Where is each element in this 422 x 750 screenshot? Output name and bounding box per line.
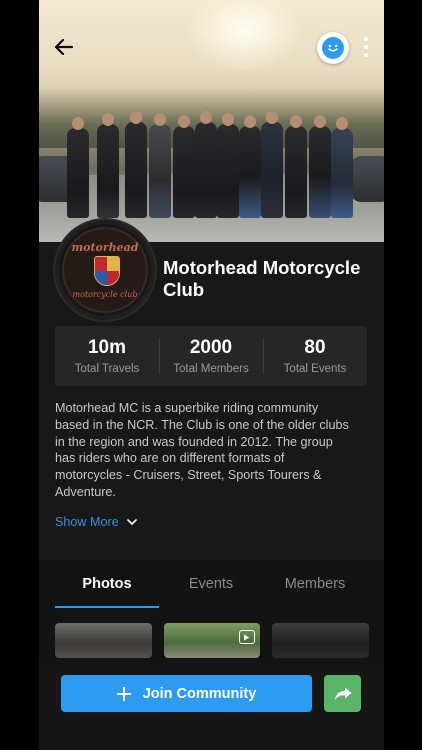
- tab-events[interactable]: Events: [159, 560, 263, 608]
- shield-icon: [94, 256, 120, 286]
- play-icon: [238, 630, 255, 644]
- photo-thumbnail[interactable]: [272, 623, 370, 658]
- tab-bar: Photos Events Members: [55, 560, 367, 608]
- stat-total-events: 80 Total Events: [263, 326, 367, 386]
- join-community-button[interactable]: Join Community: [61, 675, 312, 712]
- show-more-label: Show More: [55, 515, 119, 529]
- show-more-link[interactable]: Show More: [55, 515, 137, 529]
- rider: [173, 115, 195, 218]
- photo-grid: [55, 623, 370, 658]
- tab-members[interactable]: Members: [263, 560, 367, 608]
- stat-total-travels: 10m Total Travels: [55, 326, 159, 386]
- share-button[interactable]: [324, 675, 361, 712]
- join-community-label: Join Community: [142, 685, 257, 702]
- arrow-left-icon: [55, 39, 73, 55]
- rider: [195, 111, 217, 218]
- photo-thumbnail[interactable]: [55, 623, 152, 658]
- club-name: Motorhead Motorcycle Club: [163, 257, 361, 300]
- club-description: Motorhead MC is a superbike riding commu…: [55, 401, 349, 499]
- chevron-down-icon: [126, 518, 137, 525]
- rider: [97, 113, 119, 218]
- club-logo: motorhead motorcycle club: [55, 220, 155, 320]
- chat-button[interactable]: [317, 32, 349, 64]
- rider: [125, 111, 147, 218]
- stats-panel: 10m Total Travels 2000 Total Members 80 …: [55, 326, 367, 386]
- more-dot: [364, 45, 368, 49]
- plus-icon: [116, 686, 131, 701]
- cover-photo: [39, 0, 384, 242]
- stat-label: Total Members: [173, 363, 249, 375]
- more-vertical-icon: [364, 37, 368, 41]
- back-button[interactable]: [51, 34, 77, 60]
- rider: [67, 117, 89, 218]
- stat-value: 2000: [189, 337, 233, 358]
- chat-bubble-icon: [322, 37, 344, 59]
- motorcycle-right: [351, 156, 384, 202]
- tab-photos[interactable]: Photos: [55, 560, 159, 608]
- rider: [149, 113, 171, 218]
- logo-emblem: motorhead motorcycle club: [62, 227, 148, 313]
- more-options-button[interactable]: [357, 34, 375, 60]
- club-profile-screen: motorhead motorcycle club Motorhead Moto…: [39, 0, 384, 750]
- rider: [217, 113, 239, 218]
- rider: [309, 115, 331, 218]
- video-thumbnail[interactable]: [163, 623, 261, 658]
- stat-value: 10m: [87, 337, 127, 358]
- stat-total-members: 2000 Total Members: [159, 326, 263, 386]
- stat-value: 80: [304, 337, 326, 358]
- logo-text-top: motorhead: [71, 241, 139, 254]
- stat-label: Total Events: [283, 363, 347, 375]
- rider: [285, 115, 307, 218]
- rider: [331, 117, 353, 218]
- bottom-action-bar: Join Community: [39, 658, 384, 750]
- stat-label: Total Travels: [74, 363, 140, 375]
- rider: [261, 111, 283, 218]
- more-dot: [364, 53, 368, 57]
- sun-glow: [189, 0, 299, 70]
- rider: [239, 115, 261, 218]
- logo-text-bottom: motorcycle club: [72, 290, 138, 299]
- share-arrow-icon: [334, 687, 351, 700]
